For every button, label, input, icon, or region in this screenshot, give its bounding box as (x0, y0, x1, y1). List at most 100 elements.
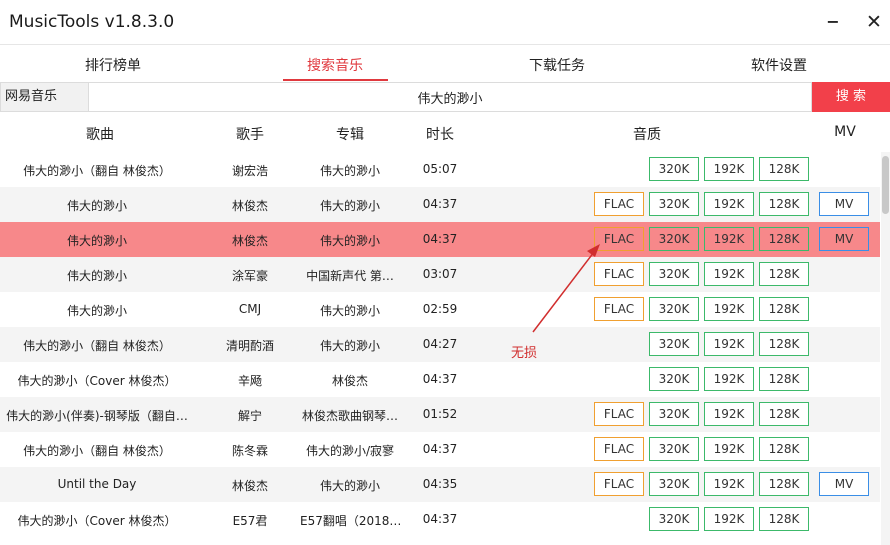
quality-192k-button[interactable]: 192K (704, 157, 754, 181)
table-row[interactable]: 伟大的渺小 林俊杰 伟大的渺小 04:37 FLAC 320K 192K 128K MV (0, 187, 880, 222)
title-bar: MusicTools v1.8.3.0 − ✕ (0, 0, 890, 44)
singer-name: 涂军豪 (231, 269, 268, 283)
duration: 04:35 (422, 477, 458, 491)
quality-128k-button[interactable]: 128K (759, 192, 809, 216)
song-title: 伟大的渺小 (66, 304, 127, 318)
duration: 03:07 (422, 267, 458, 281)
album-name: 林俊杰 (331, 374, 368, 388)
duration: 04:37 (422, 442, 458, 456)
mv-button[interactable]: MV (819, 227, 869, 251)
col-song: 歌曲 (86, 127, 114, 143)
flac-button[interactable]: FLAC (594, 262, 644, 286)
album-name: 伟大的渺小/寂寥 (305, 444, 395, 458)
source-select[interactable]: 网易音乐 (0, 82, 89, 112)
quality-192k-button[interactable]: 192K (704, 297, 754, 321)
flac-button[interactable]: FLAC (594, 192, 644, 216)
quality-192k-button[interactable]: 192K (704, 262, 754, 286)
table-row[interactable]: 伟大的渺小(伴奏)-钢琴版（翻自… 解宁 林俊杰歌曲钢琴… 01:52 FLAC 320K… (0, 397, 880, 432)
table-row[interactable]: 伟大的渺小 林俊杰 伟大的渺小 04:37 FLAC 320K 192K 128K MV (0, 222, 880, 257)
tab-downloads[interactable]: 下载任务 (502, 55, 612, 75)
table-row[interactable]: 伟大的渺小（翻自 林俊杰） 陈冬霖 伟大的渺小/寂寥 04:37 FLAC 320K 192… (0, 432, 880, 467)
singer-name: 林俊杰 (231, 234, 268, 248)
quality-192k-button[interactable]: 192K (704, 507, 754, 531)
table-row[interactable]: 伟大的渺小（翻自 林俊杰） 谢宏浩 伟大的渺小 05:07 320K 192K 128K (0, 152, 880, 187)
quality-320k-button[interactable]: 320K (649, 227, 699, 251)
singer-name: 解宁 (237, 409, 262, 423)
song-title: 伟大的渺小（Cover 林俊杰） (17, 514, 177, 528)
song-title: Until the Day (57, 477, 137, 491)
tab-search-music[interactable]: 搜索音乐 (280, 55, 390, 75)
quality-192k-button[interactable]: 192K (704, 437, 754, 461)
mv-button[interactable]: MV (819, 472, 869, 496)
quality-128k-button[interactable]: 128K (759, 437, 809, 461)
flac-button[interactable]: FLAC (594, 227, 644, 251)
scrollbar-thumb[interactable] (882, 156, 889, 214)
search-input[interactable] (89, 82, 812, 112)
quality-320k-button[interactable]: 320K (649, 262, 699, 286)
quality-192k-button[interactable]: 192K (704, 227, 754, 251)
album-name: 中国新声代 第… (306, 269, 394, 283)
song-title: 伟大的渺小（Cover 林俊杰） (17, 374, 177, 388)
duration: 04:37 (422, 197, 458, 211)
quality-320k-button[interactable]: 320K (649, 437, 699, 461)
quality-128k-button[interactable]: 128K (759, 227, 809, 251)
flac-button[interactable]: FLAC (594, 402, 644, 426)
table-row[interactable]: 伟大的渺小 CMJ 伟大的渺小 02:59 FLAC 320K 192K 128K (0, 292, 880, 327)
col-duration: 时长 (426, 127, 454, 143)
singer-name: E57君 (232, 514, 268, 528)
quality-128k-button[interactable]: 128K (759, 332, 809, 356)
minimize-icon[interactable]: − (822, 11, 844, 33)
singer-name: 辛飏 (237, 374, 262, 388)
table-row[interactable]: Until the Day 林俊杰 伟大的渺小 04:35 FLAC 320K 192K 12… (0, 467, 880, 502)
quality-128k-button[interactable]: 128K (759, 472, 809, 496)
quality-128k-button[interactable]: 128K (759, 367, 809, 391)
quality-192k-button[interactable]: 192K (704, 367, 754, 391)
flac-button[interactable]: FLAC (594, 437, 644, 461)
annotation-label: 无损 (511, 346, 538, 361)
singer-name: 林俊杰 (231, 479, 268, 493)
duration: 04:27 (422, 337, 458, 351)
song-title: 伟大的渺小（翻自 林俊杰） (23, 444, 171, 458)
quality-192k-button[interactable]: 192K (704, 402, 754, 426)
col-singer: 歌手 (236, 127, 264, 143)
flac-button[interactable]: FLAC (594, 297, 644, 321)
quality-320k-button[interactable]: 320K (649, 192, 699, 216)
search-bar: 网易音乐 搜 索 (0, 82, 890, 112)
table-row[interactable]: 伟大的渺小（Cover 林俊杰） 辛飏 林俊杰 04:37 320K 192K 128K (0, 362, 880, 397)
song-title: 伟大的渺小 (66, 199, 127, 213)
tab-settings[interactable]: 软件设置 (724, 55, 834, 75)
quality-128k-button[interactable]: 128K (759, 297, 809, 321)
quality-320k-button[interactable]: 320K (649, 332, 699, 356)
mv-button[interactable]: MV (819, 192, 869, 216)
app-title: MusicTools v1.8.3.0 (9, 12, 175, 32)
song-title: 伟大的渺小（翻自 林俊杰） (23, 164, 171, 178)
scrollbar[interactable] (881, 152, 890, 545)
duration: 04:37 (422, 512, 458, 526)
quality-128k-button[interactable]: 128K (759, 507, 809, 531)
col-album: 专辑 (336, 127, 364, 143)
quality-128k-button[interactable]: 128K (759, 402, 809, 426)
singer-name: 谢宏浩 (231, 164, 268, 178)
quality-320k-button[interactable]: 320K (649, 157, 699, 181)
quality-192k-button[interactable]: 192K (704, 192, 754, 216)
col-mv: MV (834, 124, 856, 140)
quality-192k-button[interactable]: 192K (704, 332, 754, 356)
quality-320k-button[interactable]: 320K (649, 367, 699, 391)
duration: 01:52 (422, 407, 458, 421)
active-tab-indicator (283, 79, 388, 81)
quality-320k-button[interactable]: 320K (649, 472, 699, 496)
close-icon[interactable]: ✕ (863, 11, 885, 33)
quality-320k-button[interactable]: 320K (649, 507, 699, 531)
table-row[interactable]: 伟大的渺小（Cover 林俊杰） E57君 E57翻唱（2018… 04:37 320K… (0, 502, 880, 537)
quality-320k-button[interactable]: 320K (649, 297, 699, 321)
quality-128k-button[interactable]: 128K (759, 262, 809, 286)
table-row[interactable]: 伟大的渺小（翻自 林俊杰） 清明酌酒 伟大的渺小 04:27 320K 192K 128K (0, 327, 880, 362)
tab-bar: 排行榜单 搜索音乐 下载任务 软件设置 (0, 44, 890, 82)
search-button[interactable]: 搜 索 (812, 82, 890, 112)
quality-320k-button[interactable]: 320K (649, 402, 699, 426)
table-row[interactable]: 伟大的渺小 涂军豪 中国新声代 第… 03:07 FLAC 320K 192K 128K (0, 257, 880, 292)
quality-192k-button[interactable]: 192K (704, 472, 754, 496)
tab-charts[interactable]: 排行榜单 (58, 55, 168, 75)
flac-button[interactable]: FLAC (594, 472, 644, 496)
quality-128k-button[interactable]: 128K (759, 157, 809, 181)
